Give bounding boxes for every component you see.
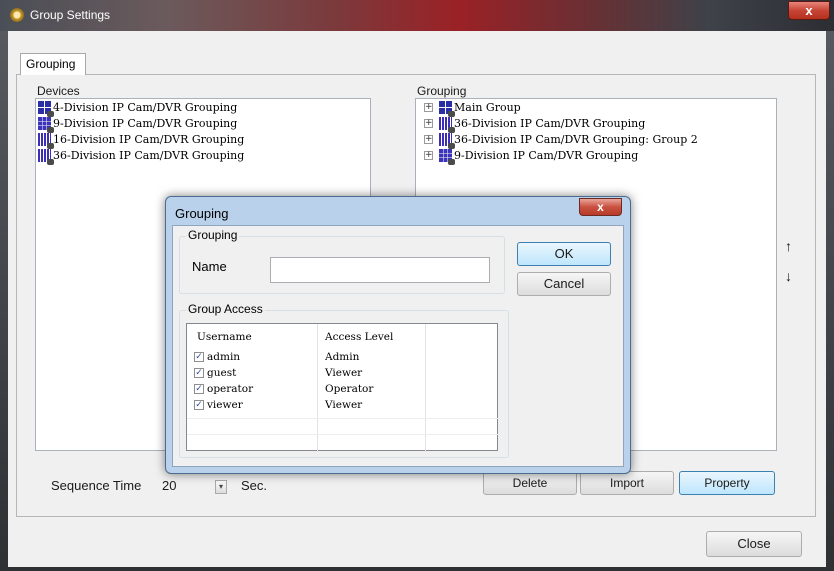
window-close-button[interactable]: x [788,1,830,20]
delete-button[interactable]: Delete [483,471,577,495]
sequence-time-value[interactable]: 20 [162,478,176,493]
table-row[interactable]: ✓ admin Admin [187,349,359,364]
move-up-icon[interactable]: ↑ [785,238,792,254]
title-bar[interactable]: Group Settings x [0,0,834,31]
expand-icon[interactable]: + [424,118,433,128]
dialog-body: Grouping Name OK Cancel Group Access Use… [172,225,624,467]
expand-icon[interactable]: + [424,134,433,144]
column-header-access-level[interactable]: Access Level [325,331,393,343]
list-item[interactable]: 16-Division IP Cam/DVR Grouping [36,131,370,149]
list-item[interactable]: 9-Division IP Cam/DVR Grouping [36,115,370,133]
grid-4-icon [38,100,54,117]
group-access-legend: Group Access [186,302,265,316]
user-checkbox[interactable]: ✓ [194,351,204,362]
sequence-time-unit: Sec. [241,478,268,493]
user-checkbox[interactable]: ✓ [194,399,204,410]
devices-label: Devices [37,84,80,98]
window-title: Group Settings [30,8,111,22]
dialog-title: Grouping [175,206,229,221]
app-icon [10,8,24,22]
group-access-fieldset: Group Access Username Access Level ✓ adm… [179,302,509,458]
grid-9-icon [38,116,54,133]
user-checkbox[interactable]: ✓ [194,367,204,378]
grid-36-icon [439,132,455,149]
property-button[interactable]: Property [679,471,775,495]
column-header-username[interactable]: Username [197,331,252,343]
row-divider [187,418,499,419]
dialog-close-button[interactable]: x [579,198,622,216]
grouping-label: Grouping [417,84,467,98]
grid-36-icon [38,148,54,165]
table-row[interactable]: ✓ guest Viewer [187,365,362,380]
ok-button[interactable]: OK [517,242,611,266]
name-input[interactable] [270,257,490,283]
grouping-fieldset: Grouping Name [179,228,505,294]
grid-4-icon [439,100,455,117]
row-divider [187,434,499,435]
tree-item[interactable]: +36-Division IP Cam/DVR Grouping [420,115,776,133]
grid-36-icon [439,116,455,133]
sequence-time-spinner[interactable]: ▾ [215,480,227,494]
column-divider [425,324,426,452]
table-row[interactable]: ✓ viewer Viewer [187,397,362,412]
expand-icon[interactable]: + [424,150,433,160]
cancel-button[interactable]: Cancel [517,272,611,296]
tree-item[interactable]: +9-Division IP Cam/DVR Grouping [420,147,776,165]
expand-icon[interactable]: + [424,102,433,112]
group-access-table[interactable]: Username Access Level ✓ admin Admin ✓ gu… [186,323,499,452]
user-checkbox[interactable]: ✓ [194,383,204,394]
import-button[interactable]: Import [580,471,674,495]
sequence-time-label: Sequence Time [51,478,142,493]
tree-item[interactable]: +36-Division IP Cam/DVR Grouping: Group … [420,131,776,149]
grouping-legend: Grouping [186,228,240,242]
grouping-dialog: Grouping x Grouping Name OK Cancel Group… [165,196,631,474]
table-row[interactable]: ✓ operator Operator [187,381,373,396]
tree-item[interactable]: + Main Group [420,99,776,117]
grid-9-icon [439,148,455,165]
tab-grouping[interactable]: Grouping [20,53,86,75]
move-down-icon[interactable]: ↓ [785,268,792,284]
list-item[interactable]: 4-Division IP Cam/DVR Grouping [36,99,370,117]
close-button[interactable]: Close [706,531,802,557]
grid-16-icon [38,132,54,149]
name-label: Name [192,259,227,274]
list-item[interactable]: 36-Division IP Cam/DVR Grouping [36,147,370,165]
